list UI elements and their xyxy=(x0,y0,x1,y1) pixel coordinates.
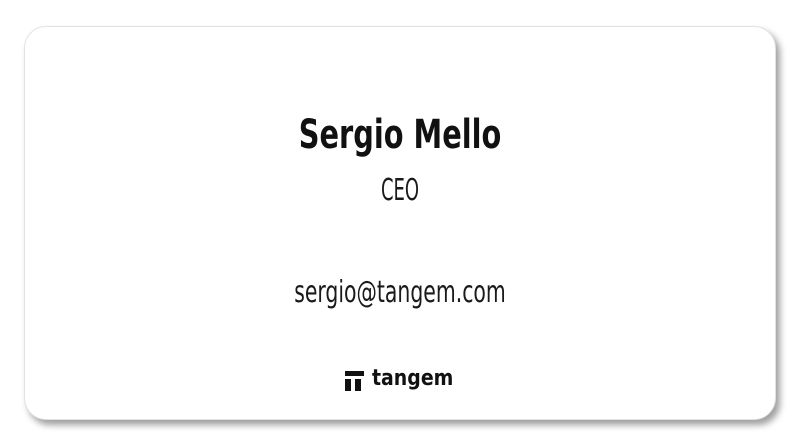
logo-wordmark: tangem xyxy=(372,366,454,391)
tangem-logo-icon xyxy=(345,370,365,391)
business-card: Sergio Mello CEO sergio@tangem.com tange… xyxy=(24,26,776,420)
company-logo: tangem xyxy=(25,366,775,392)
person-name: Sergio Mello xyxy=(298,112,502,158)
job-title: CEO xyxy=(380,173,420,208)
email-address: sergio@tangem.com xyxy=(294,275,506,310)
